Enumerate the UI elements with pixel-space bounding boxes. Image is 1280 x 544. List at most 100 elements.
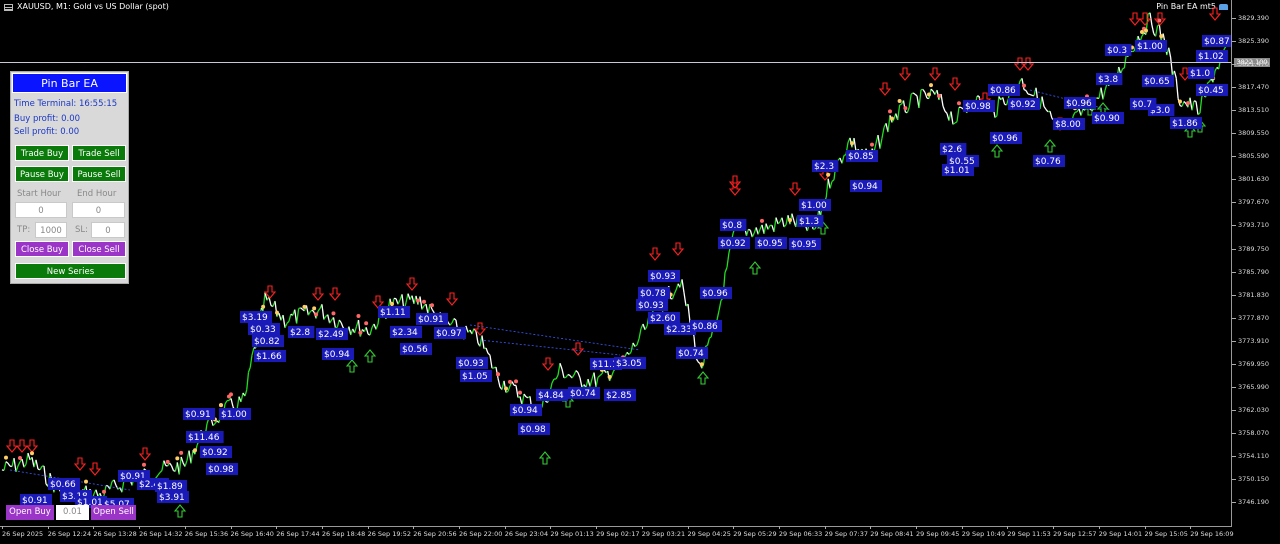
pin-bar-marker (331, 311, 336, 316)
profit-label: $3.19 (240, 311, 272, 323)
pause-buy-button[interactable]: Pause Buy (15, 166, 69, 182)
price-segment (642, 323, 646, 330)
current-price-line (0, 62, 1232, 63)
profit-label-text: $0.94 (324, 350, 350, 360)
profit-label-text: $1.89 (157, 482, 183, 492)
price-segment (278, 312, 282, 321)
new-series-button[interactable]: New Series (15, 263, 126, 279)
price-segment (288, 313, 292, 322)
price-segment (1154, 25, 1159, 37)
price-segment (944, 110, 948, 114)
pin-bar-marker (1140, 30, 1144, 35)
price-segment (954, 121, 958, 124)
price-segment (877, 134, 881, 149)
profit-label-text: $2.34 (392, 328, 418, 338)
price-segment (918, 89, 922, 109)
price-segment (163, 460, 167, 466)
price-segment (853, 137, 857, 152)
sell-signal-arrow-icon (788, 182, 802, 196)
close-buy-button[interactable]: Close Buy (15, 241, 69, 257)
price-tick: 3781.830 (1231, 290, 1270, 299)
profit-label-text: $0.56 (402, 345, 428, 355)
profit-label: $1.00 (799, 199, 831, 211)
sell-signal-arrow-icon (1208, 7, 1222, 21)
time-tick: 26 Sep 14:32 (139, 526, 183, 538)
profit-label-text: $0.65 (1144, 77, 1170, 87)
price-tick: 3765.990 (1231, 382, 1270, 391)
price-segment (212, 423, 216, 427)
price-segment (109, 481, 113, 490)
pin-bar-marker (826, 172, 831, 177)
price-segment (39, 465, 43, 471)
profit-label-text: $2.33 (666, 325, 692, 335)
pin-bar-marker (430, 303, 434, 308)
price-segment (113, 479, 117, 486)
time-tick: 29 Sep 07:37 (824, 526, 868, 538)
time-tick: 26 Sep 17:44 (276, 526, 320, 538)
sl-label: SL: (75, 225, 88, 235)
price-segment (21, 458, 25, 468)
price-segment (610, 371, 615, 377)
price-segment (950, 111, 954, 125)
price-segment (1175, 78, 1179, 99)
pause-sell-button[interactable]: Pause Sell (72, 166, 126, 182)
price-segment (157, 472, 161, 476)
price-segment (244, 389, 248, 397)
profit-label-text: $0.92 (1010, 100, 1036, 110)
price-segment (1041, 96, 1045, 107)
price-segment (783, 224, 787, 228)
price-segment (369, 327, 373, 336)
open-sell-button[interactable]: Open Sell (91, 505, 136, 520)
price-chart[interactable]: $0.91$0.66$3.18$1.01$5.07$0.91$2.44$1.89… (0, 0, 1232, 526)
price-segment (17, 461, 21, 467)
trade-buy-button[interactable]: Trade Buy (15, 145, 69, 161)
price-tick: 3797.670 (1231, 198, 1270, 207)
price-segment (942, 105, 946, 112)
price-segment (317, 308, 321, 312)
profit-label: $2.8 (288, 326, 315, 338)
time-tick: 26 Sep 12:24 (47, 526, 92, 538)
sl-input[interactable]: 0 (91, 222, 125, 238)
open-buy-button[interactable]: Open Buy (6, 505, 54, 520)
price-segment (573, 370, 577, 376)
price-tick: 3777.870 (1231, 313, 1270, 322)
end-hour-input[interactable]: 0 (72, 202, 125, 218)
price-segment (910, 92, 914, 95)
profit-label: $0.98 (518, 423, 550, 435)
profit-label: $0.96 (1064, 97, 1096, 109)
price-segment (638, 328, 642, 339)
sell-signal-arrow-icon (88, 462, 102, 476)
sell-signal-arrow-icon (311, 287, 325, 301)
buy-signal-arrow-icon (990, 144, 1004, 158)
buy-profit-text: Buy profit: 0.00 (14, 114, 81, 124)
sell-profit-text: Sell profit: 0.00 (14, 127, 80, 137)
price-segment (745, 229, 750, 236)
price-segment (634, 344, 638, 348)
price-segment (307, 311, 311, 316)
trade-connection-line (469, 324, 641, 351)
profit-label: $0.93 (636, 299, 668, 311)
time-tick: 26 Sep 13:28 (93, 526, 137, 538)
profit-label-text: $1.01 (944, 166, 970, 176)
price-tick: 3773.910 (1231, 336, 1270, 345)
sell-signal-arrow-icon (1128, 12, 1142, 26)
pin-bar-marker (302, 304, 307, 309)
pin-bar-marker (356, 314, 361, 319)
tp-input[interactable]: 1000 (35, 222, 67, 238)
lot-size-input[interactable]: 0.01 (56, 505, 89, 520)
price-segment (1199, 95, 1203, 114)
pin-bar-marker (142, 462, 146, 467)
price-segment (246, 372, 250, 390)
price-segment (178, 456, 182, 475)
buy-signal-arrow-icon (696, 371, 710, 385)
close-sell-button[interactable]: Close Sell (72, 241, 126, 257)
price-segment (751, 232, 755, 238)
start-hour-input[interactable]: 0 (15, 202, 67, 218)
profit-label-text: $0.98 (965, 102, 991, 112)
time-tick: 26 Sep 15:36 (184, 526, 229, 538)
price-segment (726, 252, 730, 268)
buy-signal-arrow-icon (345, 359, 359, 373)
profit-label-text: $0.96 (1066, 99, 1092, 109)
price-segment (1072, 111, 1076, 117)
trade-sell-button[interactable]: Trade Sell (72, 145, 126, 161)
